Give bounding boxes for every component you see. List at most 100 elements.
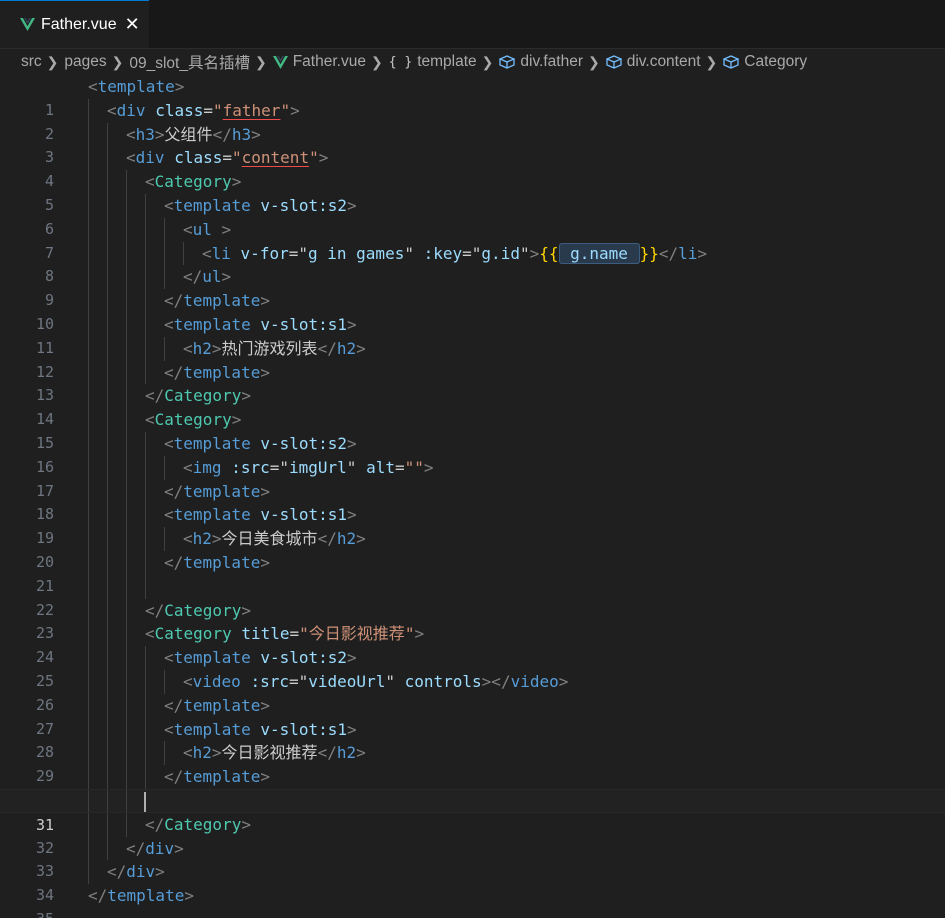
breadcrumb-item-div-father[interactable]: div.father (499, 53, 583, 71)
code-line[interactable]: 13 </template> (0, 360, 945, 404)
code-text: </Category> (145, 600, 251, 620)
braces-icon: { } (388, 54, 413, 70)
code-text: <video :src="videoUrl" controls></video> (183, 671, 569, 691)
code-text: </Category> (145, 386, 251, 406)
breadcrumb-item-div-content[interactable]: div.content (605, 53, 701, 71)
code-line[interactable]: 2 <div class="father"> (0, 98, 945, 143)
code-line[interactable]: 12 <h2>热门游戏列表</h2> (0, 336, 945, 381)
code-text: </template> (164, 552, 270, 572)
code-text: <h2>今日影视推荐</h2> (183, 743, 366, 763)
code-text: <template v-slot:s1> (164, 505, 357, 525)
chevron-right-icon: ❯ (587, 53, 600, 70)
code-text: </template> (164, 291, 270, 311)
code-line[interactable]: 24 <Category title="今日影视推荐"> (0, 622, 945, 666)
code-line[interactable]: 25 <template v-slot:s2> (0, 646, 945, 690)
code-line[interactable]: 21 </template> (0, 550, 945, 595)
code-text: <li v-for="g in games" :key="g.id">{{ g.… (202, 242, 708, 264)
text-cursor (144, 791, 146, 812)
code-line[interactable]: 6 <template v-slot:s2> (0, 193, 945, 238)
code-text: <template> (88, 77, 185, 96)
code-line[interactable]: 17 <img :src="imgUrl" alt=""> (0, 455, 945, 500)
code-text: </template> (164, 767, 270, 787)
code-line[interactable]: 33 </div> (0, 836, 945, 880)
vue-file-icon (272, 55, 288, 69)
chevron-right-icon: ❯ (705, 53, 718, 70)
breadcrumb-label: pages (64, 53, 107, 70)
code-line[interactable]: 26 <video :src="videoUrl" controls></vid… (0, 669, 945, 714)
cube-icon (605, 55, 622, 69)
code-line[interactable]: 15 <Category> (0, 408, 945, 452)
code-editor[interactable]: 1 <template> 2 <div class="father"> 3 <h… (0, 75, 945, 918)
code-line[interactable]: 29 <h2>今日影视推荐</h2> (0, 741, 945, 785)
code-text: <template v-slot:s2> (164, 433, 357, 453)
code-line[interactable]: 35 </template> (0, 884, 945, 918)
chevron-right-icon: ❯ (254, 53, 267, 70)
vue-file-icon (20, 18, 35, 31)
breadcrumb-label: 09_slot_具名插槽 (129, 55, 250, 72)
code-line[interactable]: 22 (0, 574, 945, 619)
code-text: <template v-slot:s2> (164, 648, 357, 668)
tab-bar: Father.vue ✕ (0, 0, 945, 49)
code-line[interactable]: 28 <template v-slot:s1> (0, 717, 945, 761)
code-text: <Category> (145, 172, 242, 192)
breadcrumb-item-category[interactable]: Category (723, 53, 807, 71)
code-text: <template v-slot:s2> (164, 195, 357, 215)
code-text: </div> (126, 838, 184, 858)
code-line[interactable]: 18 </template> (0, 479, 945, 523)
code-text: </template> (164, 481, 270, 501)
code-line[interactable]: 27 </template> (0, 693, 945, 738)
code-line[interactable]: 36 (0, 908, 945, 918)
breadcrumb-item-file[interactable]: Father.vue (272, 53, 366, 71)
code-text: <template v-slot:s1> (164, 719, 357, 739)
code-line[interactable]: 34 </div> (0, 860, 945, 904)
code-text: <div class="father"> (107, 100, 300, 120)
code-line[interactable]: 16 <template v-slot:s2> (0, 431, 945, 476)
breadcrumb-label: div.father (520, 53, 583, 70)
breadcrumb-item-src[interactable]: src (21, 53, 42, 71)
code-line[interactable]: 14 </Category> (0, 384, 945, 428)
code-line[interactable]: 8 <li v-for="g in games" :key="g.id">{{ … (0, 241, 945, 285)
cube-icon (723, 55, 740, 69)
code-line[interactable]: 3 <h3>父组件</h3> (0, 122, 945, 166)
code-text: <h3>父组件</h3> (126, 124, 261, 144)
breadcrumb-label: src (21, 53, 42, 70)
code-text: <Category title="今日影视推荐"> (145, 624, 425, 644)
code-line[interactable]: 20 <h2>今日美食城市</h2> (0, 527, 945, 571)
cube-icon (499, 55, 516, 69)
code-line[interactable]: 9 </ul> (0, 265, 945, 309)
code-line[interactable]: 7 <ul > (0, 217, 945, 262)
chevron-right-icon: ❯ (370, 53, 383, 70)
breadcrumb: src ❯ pages ❯ 09_slot_具名插槽 ❯ Father.vue … (0, 49, 945, 75)
code-line[interactable]: 4 <div class="content"> (0, 146, 945, 190)
code-text: </div> (107, 862, 165, 882)
code-line[interactable]: 32 </Category> (0, 812, 945, 857)
code-text: <img :src="imgUrl" alt=""> (183, 457, 434, 477)
chevron-right-icon: ❯ (481, 53, 494, 70)
code-line-active[interactable]: 31 (0, 788, 945, 834)
code-line[interactable]: 30 </template> (0, 765, 945, 809)
breadcrumb-label: Father.vue (292, 53, 366, 70)
tab-label: Father.vue (41, 15, 117, 33)
chevron-right-icon: ❯ (111, 53, 124, 70)
close-icon[interactable]: ✕ (125, 14, 140, 35)
breadcrumb-item-template[interactable]: { } template (389, 53, 477, 71)
breadcrumb-label: div.content (626, 53, 701, 70)
code-line[interactable]: 11 <template v-slot:s1> (0, 312, 945, 357)
code-text: <div class="content"> (126, 148, 329, 168)
code-text: </template> (164, 362, 270, 382)
code-text: </Category> (145, 814, 251, 834)
code-text: <Category> (145, 410, 242, 430)
code-text: <template v-slot:s1> (164, 314, 357, 334)
code-line[interactable]: 23 </Category> (0, 598, 945, 642)
code-line[interactable]: 1 <template> (0, 75, 945, 119)
code-text: <h2>热门游戏列表</h2> (183, 338, 366, 358)
breadcrumb-item-pages[interactable]: pages (64, 53, 106, 71)
tab-father-vue[interactable]: Father.vue ✕ (0, 0, 149, 48)
code-line[interactable]: 5 <Category> (0, 170, 945, 214)
code-line[interactable]: 19 <template v-slot:s1> (0, 503, 945, 547)
code-text: </template> (164, 695, 270, 715)
code-line[interactable]: 10 </template> (0, 289, 945, 333)
code-text: <h2>今日美食城市</h2> (183, 529, 366, 549)
code-text: </template> (88, 886, 194, 906)
breadcrumb-item-folder[interactable]: 09_slot_具名插槽 (129, 51, 250, 73)
